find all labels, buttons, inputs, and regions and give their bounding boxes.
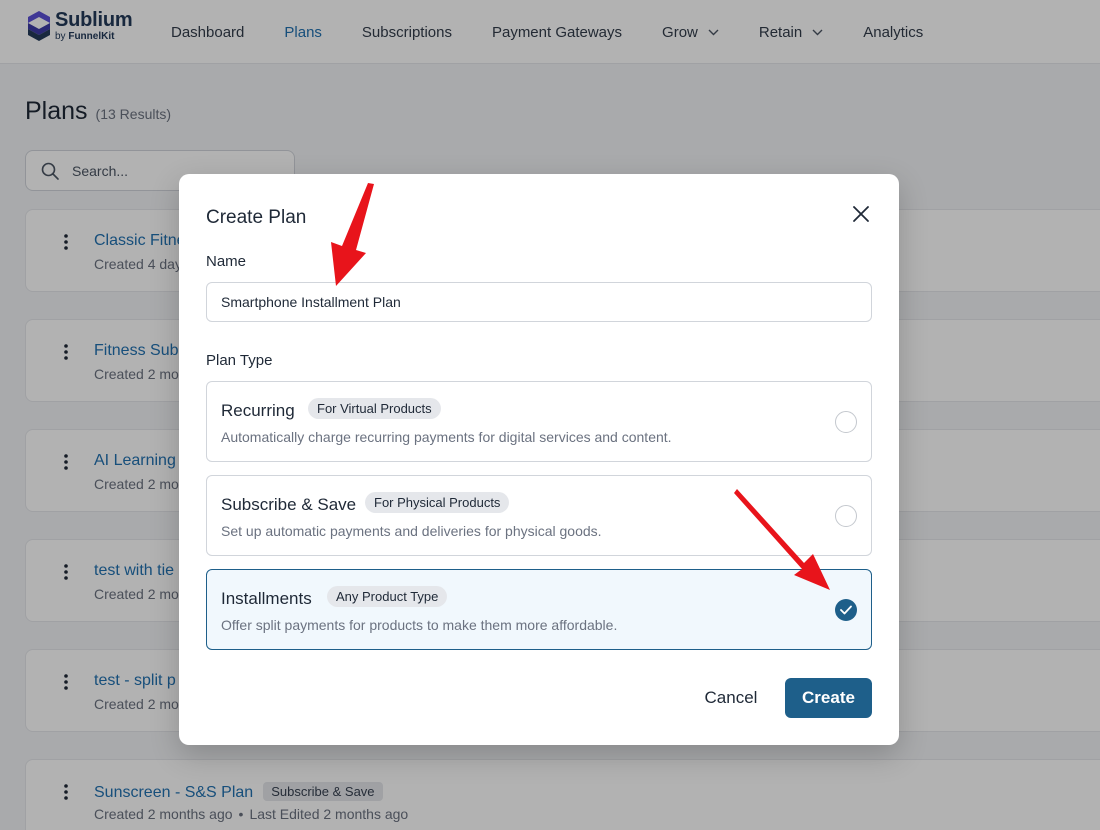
- plan-type-title: Subscribe & Save: [221, 495, 357, 514]
- close-icon[interactable]: [851, 204, 871, 224]
- plan-type-radio[interactable]: [835, 411, 857, 433]
- plan-type-badge: For Physical Products: [365, 492, 510, 513]
- plan-type-description: Offer split payments for products to mak…: [221, 617, 618, 633]
- create-button[interactable]: Create: [785, 678, 872, 718]
- plan-type-radio-checked[interactable]: [835, 599, 857, 621]
- plan-type-installments[interactable]: Installments Any Product Type Offer spli…: [206, 569, 872, 650]
- modal-title: Create Plan: [206, 207, 307, 228]
- plan-type-badge: For Virtual Products: [308, 398, 441, 419]
- plan-type-badge: Any Product Type: [327, 586, 448, 607]
- plan-type-description: Set up automatic payments and deliveries…: [221, 523, 602, 539]
- plan-type-title: Installments: [221, 589, 312, 608]
- plan-type-subscribe-save[interactable]: Subscribe & Save For Physical Products S…: [206, 475, 872, 556]
- cancel-button[interactable]: Cancel: [691, 678, 771, 718]
- plan-type-radio[interactable]: [835, 505, 857, 527]
- plan-type-title: Recurring: [221, 401, 295, 420]
- name-label: Name: [206, 253, 247, 270]
- create-plan-modal: Create Plan Name Plan Type Recurring For…: [179, 174, 899, 745]
- plan-type-label: Plan Type: [206, 352, 273, 369]
- plan-name-input[interactable]: [206, 282, 872, 322]
- plan-type-description: Automatically charge recurring payments …: [221, 429, 672, 445]
- plan-type-recurring[interactable]: Recurring For Virtual Products Automatic…: [206, 381, 872, 462]
- check-icon: [840, 605, 852, 615]
